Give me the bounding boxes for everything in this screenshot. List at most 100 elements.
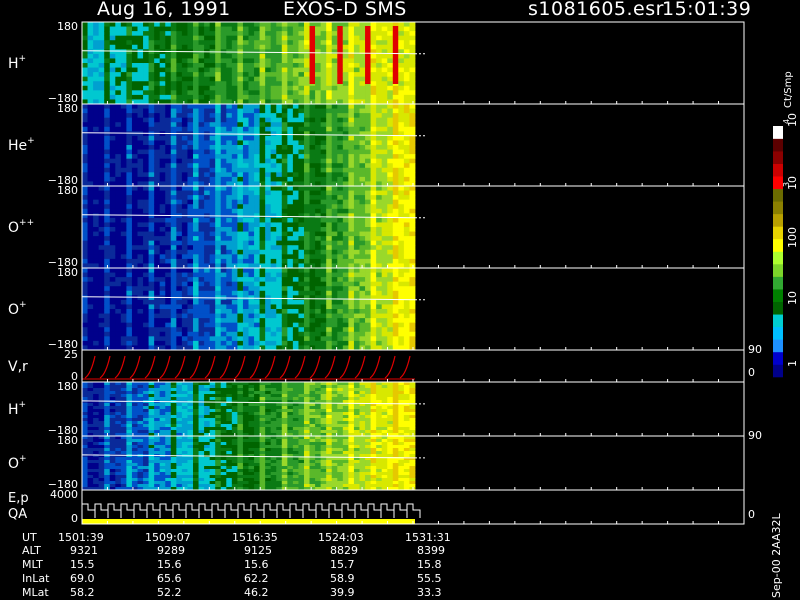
heatmap-cell: [331, 76, 338, 82]
heatmap-cell: [109, 145, 116, 150]
heatmap-cell: [403, 31, 410, 37]
heatmap-cell: [209, 424, 216, 428]
heatmap-cell: [187, 406, 194, 410]
heatmap-cell: [98, 382, 105, 386]
heatmap-cell: [298, 67, 305, 73]
heatmap-cell: [126, 195, 133, 201]
heatmap-cell: [237, 158, 244, 164]
heatmap-cell: [348, 240, 355, 246]
velocity-curve: [204, 355, 216, 379]
heatmap-cell: [131, 240, 138, 246]
heatmap-cell: [220, 186, 227, 191]
heatmap-cell: [304, 204, 310, 210]
heatmap-cell: [331, 53, 338, 59]
heatmap-cell: [176, 26, 183, 32]
heatmap-cell: [220, 163, 227, 169]
heatmap-cell: [209, 418, 216, 422]
heatmap-cell: [109, 258, 116, 264]
heatmap-cell: [309, 245, 316, 251]
heatmap-cell: [165, 240, 172, 246]
heatmap-cell: [165, 217, 172, 223]
heatmap-cell: [342, 63, 349, 68]
heatmap-cell: [131, 227, 138, 232]
heatmap-cell: [281, 258, 288, 264]
heatmap-cell: [215, 388, 222, 392]
heatmap-cell: [181, 126, 188, 132]
heatmap-cell: [193, 145, 199, 150]
heatmap-cell: [403, 258, 410, 264]
heatmap-cell: [298, 254, 305, 260]
heatmap-cell: [287, 304, 294, 310]
heatmap-cell: [231, 40, 238, 46]
heatmap-cell: [82, 340, 88, 346]
heatmap-cell: [387, 304, 394, 310]
heatmap-cell: [309, 204, 316, 210]
heatmap-cell: [226, 40, 233, 46]
heatmap-cell: [326, 167, 333, 173]
heatmap-cell: [292, 272, 299, 278]
heatmap-cell: [392, 113, 399, 119]
heatmap-cell: [403, 272, 410, 278]
heatmap-cell: [281, 26, 288, 32]
heatmap-cell: [87, 145, 94, 150]
heatmap-cell: [331, 122, 338, 128]
heatmap-cell: [131, 26, 138, 32]
heatmap-cell: [292, 140, 299, 146]
heatmap-cell: [204, 104, 211, 109]
heatmap-cell: [292, 186, 299, 191]
heatmap-cell: [115, 394, 122, 398]
heatmap-cell: [265, 318, 272, 324]
heatmap-cell: [82, 382, 88, 386]
heatmap-cell: [204, 277, 211, 283]
heatmap-cell: [242, 90, 249, 96]
heatmap-cell: [387, 172, 394, 178]
heatmap-cell: [126, 35, 133, 41]
heatmap-cell: [154, 94, 161, 100]
velocity-curve: [144, 355, 156, 379]
heatmap-cell: [231, 199, 238, 205]
heatmap-cell: [181, 388, 188, 392]
heatmap-cell: [170, 331, 177, 337]
heatmap-cell: [109, 340, 116, 346]
heatmap-cell: [337, 85, 344, 91]
heatmap-cell: [93, 90, 100, 96]
heatmap-cell: [276, 76, 283, 82]
heatmap-cell: [254, 26, 260, 32]
heatmap-cell: [82, 90, 88, 96]
heatmap-cell: [104, 427, 111, 431]
heatmap-cell: [220, 245, 227, 251]
heatmap-cell: [137, 391, 144, 395]
heatmap-cell: [403, 299, 410, 305]
heatmap-cell: [265, 49, 272, 55]
heatmap-cell: [392, 190, 399, 196]
heatmap-cell: [120, 385, 127, 389]
heatmap-cell: [387, 236, 394, 242]
heatmap-cell: [342, 254, 349, 260]
heatmap-cell: [137, 40, 144, 46]
heatmap-cell: [342, 195, 349, 201]
heatmap-cell: [298, 309, 305, 314]
heatmap-cell: [353, 145, 360, 150]
heatmap-cell: [104, 186, 111, 191]
heatmap-cell: [109, 167, 116, 173]
heatmap-cell: [82, 388, 88, 392]
heatmap-cell: [370, 94, 377, 100]
heatmap-cell: [215, 382, 222, 386]
heatmap-cell: [376, 258, 383, 264]
heatmap-cell: [287, 336, 294, 342]
heatmap-cell: [398, 258, 405, 264]
heatmap-cell: [254, 322, 260, 328]
heatmap-cell: [359, 31, 366, 37]
heatmap-cell: [309, 299, 316, 305]
heatmap-cell: [204, 406, 211, 410]
heatmap-cell: [126, 113, 133, 119]
heatmap-cell: [276, 268, 283, 273]
heatmap-cell: [193, 299, 199, 305]
heatmap-cell: [181, 135, 188, 141]
heatmap-cell: [87, 421, 94, 425]
heatmap-cell: [365, 281, 371, 287]
heatmap-cell: [248, 222, 255, 228]
heatmap-cell: [281, 49, 288, 55]
heatmap-cell: [392, 313, 399, 319]
heatmap-cell: [342, 76, 349, 82]
